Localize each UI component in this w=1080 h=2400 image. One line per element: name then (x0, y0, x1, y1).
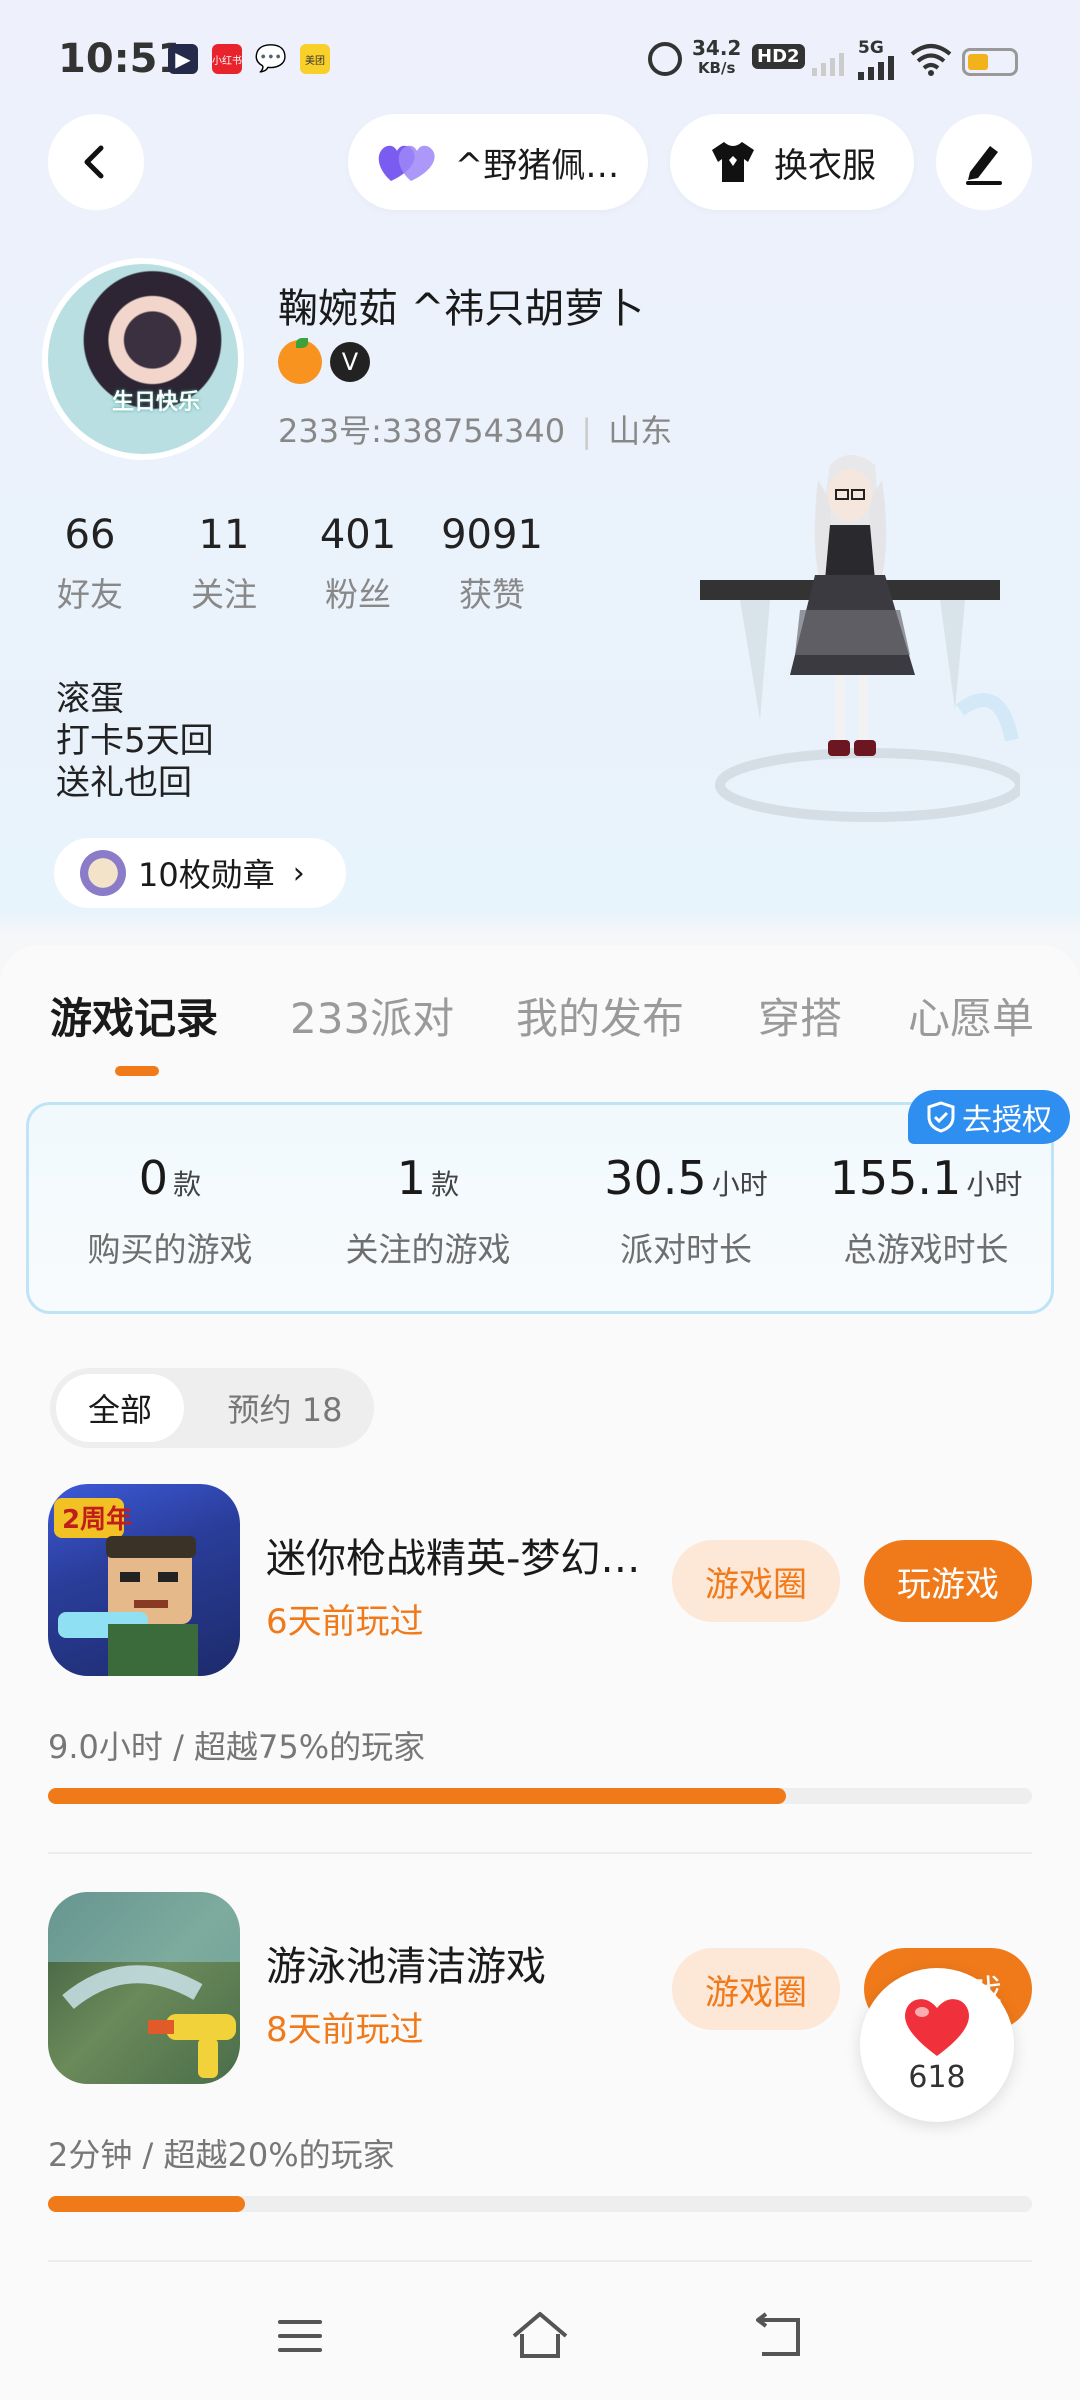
game-progress-track (48, 1788, 1032, 1804)
divider (48, 1852, 1032, 1854)
region: 山东 (608, 412, 673, 450)
wechat-icon: 💬 (254, 44, 288, 74)
stat-likes[interactable]: 9091 获赞 (432, 512, 552, 616)
game-icon-pool-clean[interactable] (48, 1892, 240, 2084)
net-speed: 34.2 KB/s (692, 36, 742, 77)
orange-badge-icon[interactable] (278, 338, 322, 384)
stat-following[interactable]: 11 关注 (164, 512, 284, 616)
signal-icon (858, 56, 898, 80)
media-app-icon: ▶ (168, 44, 198, 74)
like-button[interactable]: 618 (860, 1968, 1014, 2122)
tab-game-records[interactable]: 游戏记录 (50, 985, 218, 1046)
xiaohongshu-icon: 小红书 (212, 44, 242, 74)
back-button[interactable] (48, 114, 144, 210)
stat-friends[interactable]: 66 好友 (30, 512, 150, 616)
double-heart-icon (378, 145, 435, 181)
profile-tabs: 游戏记录 233派对 我的发布 穿搭 心愿单 (0, 985, 1080, 1055)
summary-purchased: 0 款 购买的游戏 (87, 1151, 253, 1269)
back-nav-icon[interactable] (752, 2312, 804, 2360)
edit-profile-button[interactable] (936, 114, 1032, 210)
stat-followers[interactable]: 401 粉丝 (298, 512, 418, 616)
game-last-played: 8天前玩过 (266, 2010, 424, 2050)
avatar-caption: 生日快乐 (112, 390, 201, 415)
divider (48, 2260, 1032, 2262)
user-id: 233号:338754340 (278, 412, 566, 450)
wifi-icon (910, 42, 952, 76)
change-outfit-button[interactable]: 换衣服 (670, 114, 914, 210)
status-bar: 10:51 ▶ 小红书 💬 美团 34.2 KB/s HD2 5G (0, 0, 1080, 110)
game-progress-track (48, 2196, 1032, 2212)
summary-party-time: 30.5 小时 派对时长 (604, 1151, 768, 1269)
avatar[interactable]: 生日快乐 (42, 258, 244, 460)
network-type: 5G (858, 38, 884, 58)
badge-row: V (278, 338, 370, 384)
svg-text:2周年: 2周年 (62, 1504, 132, 1535)
tab-my-posts[interactable]: 我的发布 (516, 985, 684, 1046)
medal-icon (80, 850, 126, 896)
tab-233-party[interactable]: 233派对 (290, 985, 454, 1046)
medal-label: 10枚勋章 (138, 856, 275, 894)
alarm-icon (648, 42, 682, 76)
verified-badge-icon[interactable]: V (330, 342, 370, 382)
game-last-played: 6天前玩过 (266, 1602, 424, 1642)
meituan-icon: 美团 (300, 44, 330, 74)
game-progress-text: 2分钟 / 超越20%的玩家 (48, 2136, 395, 2174)
game-title[interactable]: 迷你枪战精英-梦幻… (266, 1526, 640, 1584)
battery-icon (962, 48, 1018, 76)
authorize-button[interactable]: 去授权 (908, 1090, 1070, 1144)
game-circle-button[interactable]: 游戏圈 (672, 1948, 840, 2030)
filter-reserve[interactable]: 预约 18 (210, 1374, 360, 1442)
game-progress-text: 9.0小时 / 超越75%的玩家 (48, 1728, 426, 1766)
outfit-label: 换衣服 (774, 145, 876, 186)
summary-followed: 1 款 关注的游戏 (345, 1151, 511, 1269)
system-nav-bar (0, 2282, 1080, 2400)
profile-name: 鞠婉茹 ^祎只胡萝卜 (278, 286, 645, 332)
group-button[interactable]: ^野猪佩… (348, 114, 648, 210)
group-label: ^野猪佩… (454, 145, 620, 186)
game-circle-button[interactable]: 游戏圈 (672, 1540, 840, 1622)
profile-stats: 66 好友 11 关注 401 粉丝 9091 获赞 (30, 512, 552, 616)
game-summary-box: 0 款 购买的游戏 1 款 关注的游戏 30.5 小时 派对时长 155.1 小… (26, 1102, 1054, 1314)
like-count: 618 (908, 2059, 966, 2095)
filter-all[interactable]: 全部 (56, 1374, 184, 1442)
tab-indicator (115, 1066, 159, 1076)
game-progress-bar (48, 1788, 786, 1804)
play-game-button[interactable]: 玩游戏 (864, 1540, 1032, 1622)
summary-total-time: 155.1 小时 总游戏时长 (829, 1151, 1023, 1269)
hd-icon: HD2 (752, 44, 805, 69)
pen-icon (966, 146, 1002, 185)
signal-sim2-icon (812, 50, 848, 76)
shield-check-icon (927, 1101, 955, 1133)
medals-button[interactable]: 10枚勋章 › (54, 838, 346, 908)
avatar-character[interactable] (700, 440, 1020, 840)
chevron-left-icon (84, 145, 104, 179)
home-icon[interactable] (510, 2310, 570, 2360)
id-line: 233号:338754340 | 山东 (278, 412, 673, 450)
tab-outfits[interactable]: 穿搭 (758, 985, 842, 1046)
game-title[interactable]: 游泳池清洁游戏 (266, 1934, 546, 1992)
chevron-right-icon: › (292, 855, 305, 891)
tshirt-icon (712, 142, 754, 182)
game-progress-bar (48, 2196, 245, 2212)
menu-icon[interactable] (276, 2316, 324, 2356)
heart-icon (905, 1998, 969, 2056)
game-icon-mini-gun[interactable]: 2周年 (48, 1484, 240, 1676)
tab-wishlist[interactable]: 心愿单 (908, 985, 1034, 1046)
bio: 滚蛋 打卡5天回 送礼也回 (56, 679, 214, 803)
authorize-label: 去授权 (962, 1103, 1052, 1138)
status-time: 10:51 (58, 36, 186, 82)
